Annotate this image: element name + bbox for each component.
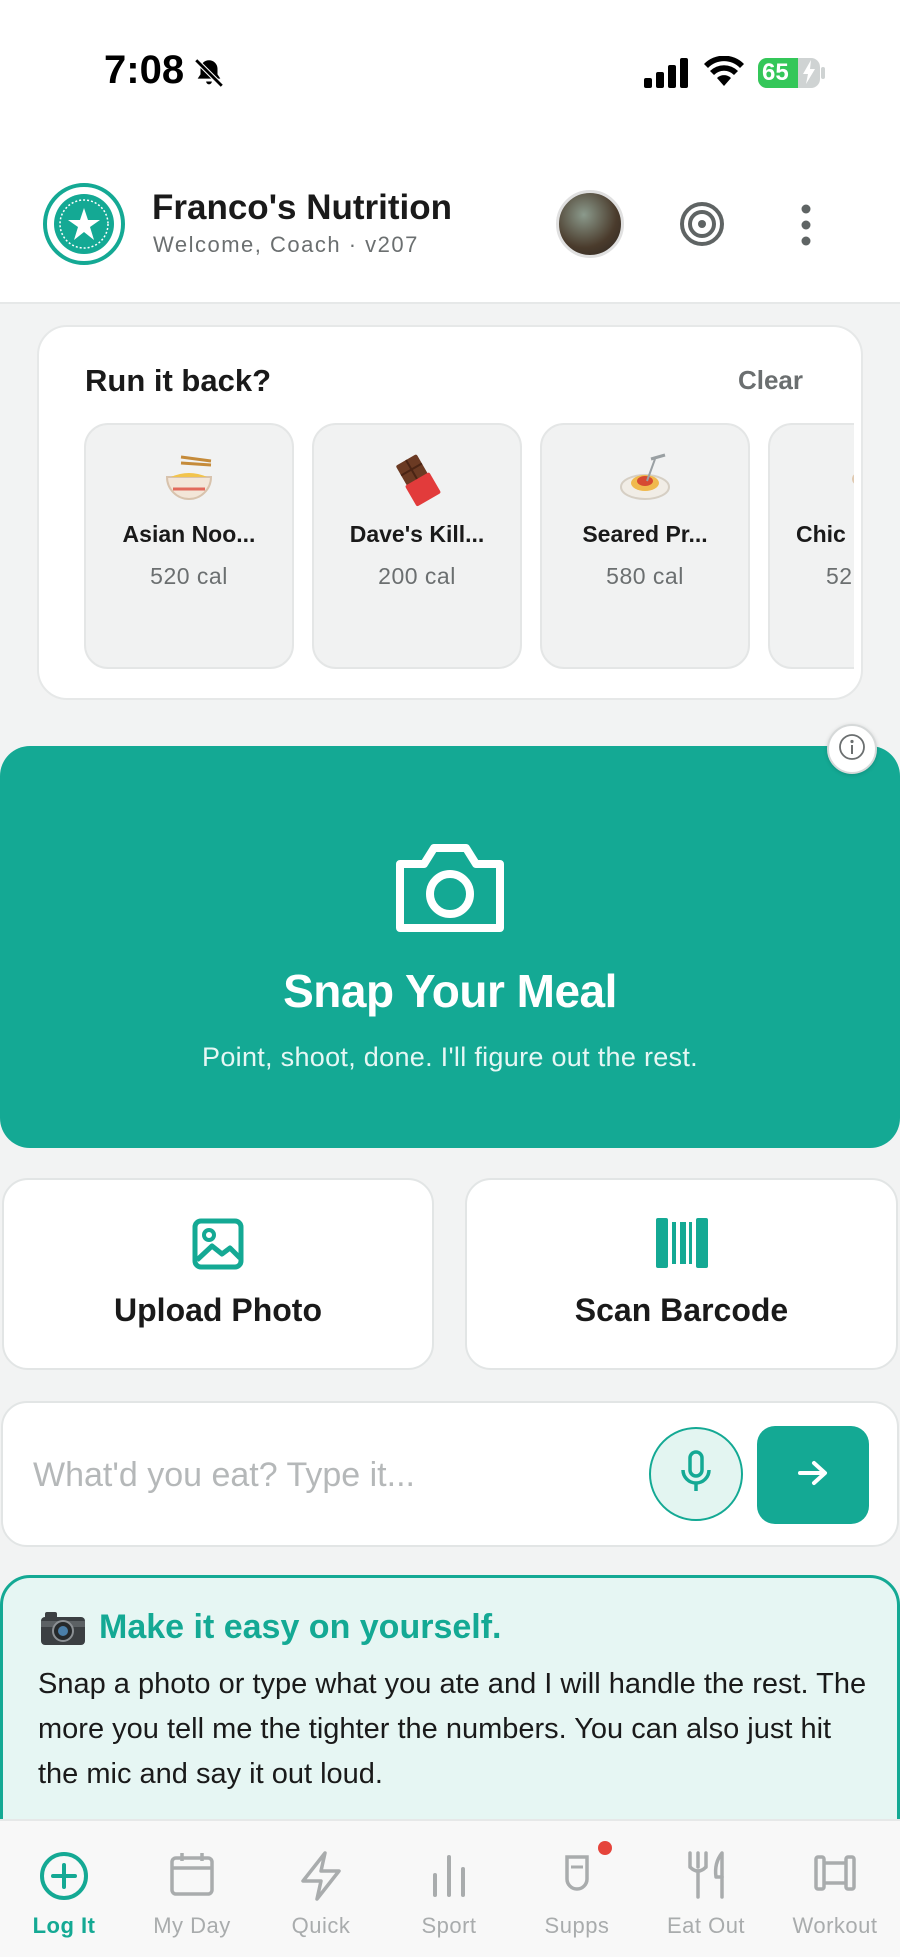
meal-calories: 580 cal bbox=[606, 563, 684, 589]
upload-photo-button[interactable]: Upload Photo bbox=[2, 1178, 434, 1370]
meal-name: Asian Noo... bbox=[122, 521, 256, 547]
dumbbell-icon bbox=[771, 1851, 899, 1895]
recent-meal-card[interactable]: Asian Noo... 520 cal bbox=[84, 423, 294, 669]
app-logo bbox=[43, 183, 125, 265]
meal-name: Chic bbox=[796, 521, 846, 547]
snap-meal-button[interactable]: Snap Your Meal Point, shoot, done. I'll … bbox=[0, 746, 900, 1148]
avatar[interactable] bbox=[556, 190, 624, 258]
clear-button[interactable]: Clear bbox=[738, 365, 803, 396]
battery-tip bbox=[821, 67, 825, 79]
tab-quick[interactable]: Quick bbox=[257, 1821, 385, 1957]
spaghetti-icon bbox=[542, 451, 748, 507]
microphone-icon bbox=[680, 1449, 712, 1499]
meal-calories: 520 cal bbox=[150, 563, 228, 589]
run-it-back-title: Run it back? bbox=[85, 363, 272, 398]
tab-my-day[interactable]: My Day bbox=[128, 1821, 256, 1957]
tip-title: Make it easy on yourself. bbox=[99, 1608, 502, 1646]
meal-calories: 200 cal bbox=[378, 563, 456, 589]
food-icon bbox=[770, 451, 854, 507]
tab-label: Log It bbox=[32, 1913, 96, 1938]
mic-button[interactable] bbox=[649, 1427, 743, 1521]
recent-meal-card[interactable]: Seared Pr... 580 cal bbox=[540, 423, 750, 669]
charging-bolt-icon bbox=[802, 60, 816, 88]
bell-muted-icon bbox=[192, 56, 226, 95]
noodle-bowl-icon bbox=[86, 451, 292, 507]
info-button[interactable] bbox=[827, 724, 877, 774]
cellular-signal-icon bbox=[644, 58, 688, 93]
recent-meal-card[interactable]: Chic 52 bbox=[768, 423, 854, 669]
snap-subtitle: Point, shoot, done. I'll figure out the … bbox=[202, 1042, 698, 1072]
tab-log-it[interactable]: Log It bbox=[0, 1821, 128, 1957]
camera-icon bbox=[392, 838, 508, 941]
meal-name: Dave's Kill... bbox=[349, 521, 485, 547]
tip-body: Snap a photo or type what you ate and I … bbox=[38, 1668, 867, 1790]
tab-supps[interactable]: Supps bbox=[513, 1821, 641, 1957]
more-vertical-icon[interactable] bbox=[792, 202, 820, 253]
tip-title-row: Make it easy on yourself. bbox=[39, 1608, 502, 1647]
tab-sport[interactable]: Sport bbox=[385, 1821, 513, 1957]
chocolate-bar-icon bbox=[314, 451, 520, 507]
status-time: 7:08 bbox=[104, 48, 185, 92]
plus-circle-icon bbox=[0, 1851, 128, 1901]
lightning-icon bbox=[257, 1851, 385, 1901]
app-header: Franco's Nutrition Welcome, Coach · v207 bbox=[0, 150, 900, 304]
tab-label: Quick bbox=[291, 1913, 351, 1938]
tab-label: Supps bbox=[544, 1913, 610, 1938]
app-subtitle: Welcome, Coach · v207 bbox=[153, 232, 419, 257]
scan-barcode-button[interactable]: Scan Barcode bbox=[465, 1178, 898, 1370]
fork-knife-icon bbox=[642, 1851, 770, 1899]
meal-calories: 52 bbox=[826, 563, 853, 589]
tab-label: Sport bbox=[421, 1913, 477, 1938]
image-icon bbox=[4, 1218, 432, 1270]
tab-label: My Day bbox=[153, 1913, 231, 1938]
arrow-right-icon bbox=[798, 1460, 828, 1491]
calendar-icon bbox=[128, 1851, 256, 1897]
status-bar: 7:08 65 bbox=[0, 0, 900, 150]
meal-name: Seared Pr... bbox=[582, 521, 708, 547]
snap-title: Snap Your Meal bbox=[283, 965, 617, 1017]
food-text-input[interactable] bbox=[33, 1447, 613, 1503]
wifi-icon bbox=[704, 55, 744, 93]
notification-dot bbox=[598, 1841, 612, 1855]
food-entry-bar bbox=[1, 1401, 899, 1547]
send-button[interactable] bbox=[757, 1426, 869, 1524]
recent-meal-card[interactable]: Dave's Kill... 200 cal bbox=[312, 423, 522, 669]
barcode-icon bbox=[467, 1218, 896, 1268]
scan-barcode-label: Scan Barcode bbox=[574, 1292, 789, 1328]
tab-workout[interactable]: Workout bbox=[771, 1821, 899, 1957]
bar-chart-icon bbox=[385, 1851, 513, 1897]
tab-eat-out[interactable]: Eat Out bbox=[642, 1821, 770, 1957]
tab-label: Workout bbox=[792, 1913, 878, 1938]
supplement-icon bbox=[513, 1851, 641, 1899]
target-icon[interactable] bbox=[678, 200, 726, 253]
upload-photo-label: Upload Photo bbox=[114, 1292, 322, 1328]
camera-emoji-icon bbox=[39, 1609, 87, 1647]
info-icon bbox=[838, 733, 866, 766]
run-it-back-card: Run it back? Clear Asian Noo... 520 cal … bbox=[37, 325, 863, 700]
recent-meals-carousel[interactable]: Asian Noo... 520 cal Dave's Kill... 200 … bbox=[84, 423, 854, 671]
bottom-tab-bar: Log It My Day Quick Sport Supps Eat Out bbox=[0, 1819, 900, 1957]
app-title: Franco's Nutrition bbox=[152, 188, 452, 227]
battery-percent: 65 bbox=[762, 59, 789, 86]
battery-indicator: 65 bbox=[758, 58, 820, 88]
tab-label: Eat Out bbox=[666, 1913, 746, 1938]
